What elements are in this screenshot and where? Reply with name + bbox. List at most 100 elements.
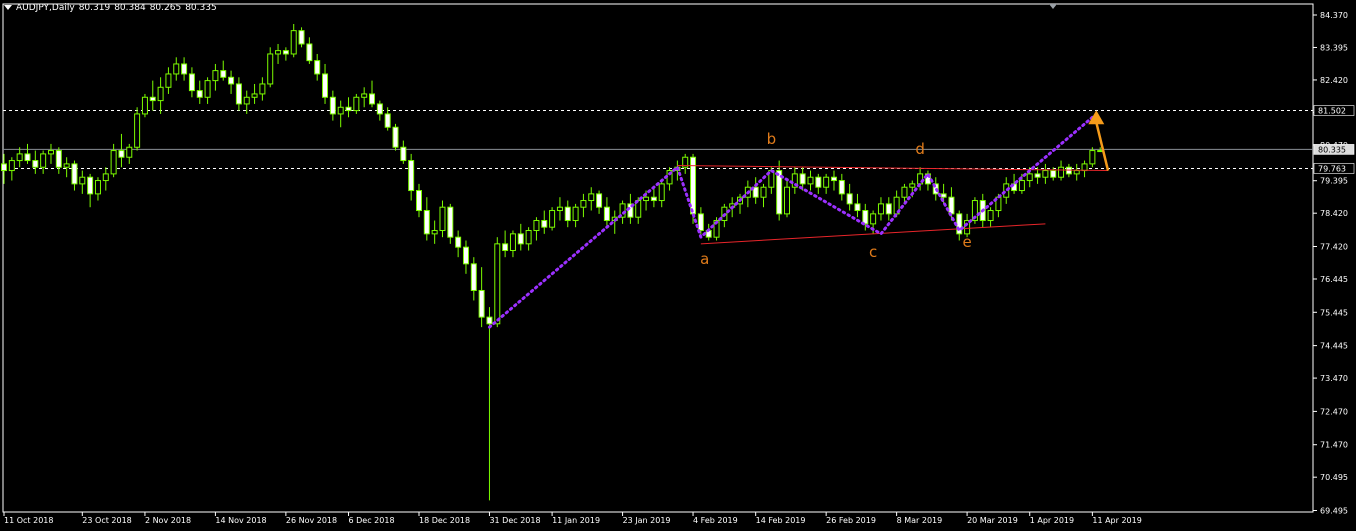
- candle-body: [799, 173, 806, 185]
- candle-body: [830, 176, 837, 182]
- candle-body: [47, 150, 54, 155]
- candle-body: [956, 213, 963, 235]
- candle-body: [588, 193, 595, 202]
- candle-body: [462, 246, 469, 265]
- candle-body: [282, 50, 289, 55]
- candle-body: [181, 63, 188, 75]
- candle-body: [298, 30, 305, 45]
- candle-body: [204, 80, 211, 98]
- plot-frame: [2, 3, 1314, 513]
- x-tick-label: 11 Oct 2018: [4, 516, 53, 525]
- candle-body: [948, 196, 955, 215]
- candle-body: [909, 183, 916, 188]
- y-tick-label: 75.445: [1320, 308, 1348, 317]
- y-tick-label: 83.395: [1320, 43, 1348, 52]
- candle-body: [1018, 180, 1025, 192]
- x-tick-label: 14 Feb 2019: [756, 516, 806, 525]
- candle-body: [1073, 170, 1080, 175]
- candle-body: [275, 50, 282, 55]
- candle-body: [846, 193, 853, 205]
- candle-body: [79, 176, 86, 185]
- candle-body: [470, 263, 477, 291]
- candle-body: [854, 203, 861, 212]
- candle-body: [369, 93, 376, 105]
- candle-body: [71, 163, 78, 185]
- candle-body: [807, 176, 814, 185]
- candle-body: [1042, 170, 1049, 178]
- candle-body: [126, 146, 133, 158]
- candle-body: [235, 83, 242, 105]
- x-tick-label: 26 Feb 2019: [826, 516, 876, 525]
- candle-body: [94, 180, 101, 195]
- candle-body: [455, 236, 462, 248]
- candle-body: [415, 190, 422, 212]
- candle-body: [556, 206, 563, 212]
- y-tick-label: 79.395: [1320, 177, 1348, 186]
- candle-body: [110, 150, 117, 175]
- wave-label-c: c: [869, 243, 877, 261]
- x-tick-label: 20 Mar 2019: [967, 516, 1018, 525]
- x-tick-label: 8 Mar 2019: [897, 516, 943, 525]
- candle-body: [1081, 163, 1088, 172]
- candle-body: [40, 153, 47, 168]
- arrow-shaft: [1095, 121, 1110, 171]
- candle-body: [431, 230, 438, 235]
- price-chart[interactable]: 84.37083.39582.42081.44580.47079.39578.4…: [0, 0, 1356, 531]
- candle-body: [549, 210, 556, 228]
- candle-body: [760, 186, 767, 198]
- candle-body: [478, 289, 485, 318]
- candle-body: [314, 60, 321, 75]
- candle-body: [165, 73, 172, 88]
- x-tick-label: 14 Nov 2018: [215, 516, 266, 525]
- candle-body: [564, 206, 571, 222]
- candle-body: [494, 243, 501, 325]
- price-line-label: 81.502: [1318, 107, 1346, 116]
- candle-body: [877, 203, 884, 215]
- candle-body: [102, 173, 109, 182]
- candle-body: [118, 150, 125, 158]
- candle-body: [987, 210, 994, 222]
- candle-body: [24, 153, 31, 162]
- candle-body: [1089, 150, 1096, 165]
- candle-body: [423, 210, 430, 235]
- candle-body: [322, 73, 329, 98]
- x-tick-label: 31 Dec 2018: [489, 516, 540, 525]
- candle-body: [290, 30, 297, 55]
- candle-body: [439, 206, 446, 232]
- candle-body: [361, 93, 368, 98]
- candle-body: [870, 213, 877, 225]
- wave-label-b: b: [767, 130, 777, 148]
- x-tick-label: 6 Dec 2018: [349, 516, 395, 525]
- y-tick-label: 78.420: [1320, 209, 1348, 218]
- candle-body: [650, 196, 657, 202]
- candle-body: [525, 230, 532, 245]
- candle-body: [862, 210, 869, 225]
- candle-body: [901, 186, 908, 198]
- candle-body: [486, 316, 493, 325]
- y-tick-label: 84.370: [1320, 11, 1348, 20]
- wave-label-a: a: [700, 250, 709, 268]
- candle-body: [517, 233, 524, 245]
- candle-body: [337, 106, 344, 115]
- candle-body: [408, 160, 415, 192]
- price-line-label: 80.335: [1318, 145, 1346, 154]
- x-tick-label: 1 Apr 2019: [1030, 516, 1074, 525]
- candle-body: [541, 220, 548, 228]
- x-tick-label: 2 Nov 2018: [145, 516, 191, 525]
- candle-body: [306, 43, 313, 62]
- x-tick-label: 11 Apr 2019: [1092, 516, 1141, 525]
- x-tick-label: 26 Nov 2018: [286, 516, 337, 525]
- y-tick-label: 69.495: [1320, 507, 1348, 516]
- candle-body: [658, 183, 665, 202]
- shift-marker-icon[interactable]: [1049, 4, 1057, 9]
- candle-body: [784, 186, 790, 215]
- y-tick-label: 76.445: [1320, 275, 1348, 284]
- candle-body: [376, 103, 383, 115]
- chart-window[interactable]: AUDJPY,Daily 80.319 80.384 80.265 80.335 84.…: [0, 0, 1356, 531]
- candle-body: [55, 150, 62, 168]
- candle-body: [345, 106, 352, 112]
- candle-body: [149, 96, 156, 102]
- candle-body: [815, 176, 822, 188]
- candle-body: [251, 93, 258, 98]
- price-line-label: 79.763: [1318, 164, 1346, 173]
